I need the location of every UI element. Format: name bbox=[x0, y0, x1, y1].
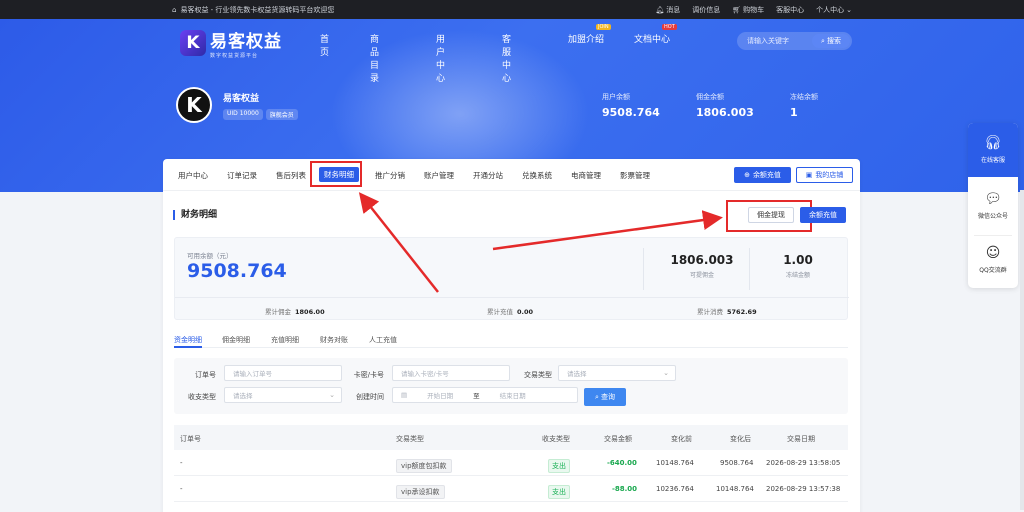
level-badge: 旗舰会员 bbox=[265, 109, 298, 120]
subtab-commission[interactable]: 佣金明细 bbox=[222, 335, 250, 345]
time-label: 创建时间 bbox=[356, 393, 384, 401]
logo-subtitle: 数字权益货源平台 bbox=[210, 53, 259, 59]
transactions-table: 订单号 交易类型 收支类型 交易金额 变化前 变化后 交易日期 - vip额度包… bbox=[174, 425, 848, 502]
chevron-down-icon: ⌄ bbox=[329, 391, 335, 399]
bell-icon: 🔔︎ bbox=[655, 5, 665, 14]
headset-icon: 🎧︎ bbox=[984, 135, 1002, 151]
uid-badge: UID 10000 bbox=[223, 109, 263, 120]
tab-exchange[interactable]: 兑换系统 bbox=[522, 170, 552, 181]
chevron-down-icon: ⌄ bbox=[663, 369, 669, 377]
chevron-down-icon: ⌄ bbox=[846, 5, 852, 14]
topbar-link-user[interactable]: 个人中心 ⌄ bbox=[816, 5, 852, 15]
home-icon[interactable]: ⌂ bbox=[172, 6, 176, 14]
tab-orders[interactable]: 订单记录 bbox=[227, 170, 257, 181]
site-welcome-text: 易客权益 - 行业领先数卡权益货源转码平台欢迎您 bbox=[180, 5, 335, 14]
nav-docs[interactable]: 文档中心 HOT bbox=[634, 24, 677, 45]
logo-icon: K bbox=[180, 30, 206, 56]
annotation-box-tab bbox=[310, 161, 362, 187]
qq-group-button[interactable]: ☺ QQ交流群 bbox=[968, 245, 1018, 274]
table-row[interactable]: - vip额度包扣款 支出 -640.00 10148.764 9508.764… bbox=[174, 450, 848, 476]
profile-tags: UID 10000 旗舰会员 bbox=[223, 109, 298, 120]
user-balance-stat: 用户余额 9508.764 bbox=[602, 93, 660, 119]
site-logo[interactable]: K 易客权益 数字权益货源平台 bbox=[180, 27, 282, 59]
table-header: 订单号 交易类型 收支类型 交易金额 变化前 变化后 交易日期 bbox=[174, 425, 848, 450]
trade-type-label: 交易类型 bbox=[524, 371, 552, 379]
trade-type-select[interactable]: 请选择 ⌄ bbox=[558, 365, 676, 381]
frozen-stat: 1.00 冻结金额 bbox=[783, 253, 813, 279]
online-service-button[interactable]: 🎧︎ 在线客服 bbox=[968, 123, 1018, 177]
io-type-select[interactable]: 请选择 ⌄ bbox=[224, 387, 342, 403]
commission-balance-stat: 佣金余额 1806.003 bbox=[696, 93, 754, 119]
card-label: 卡密/卡号 bbox=[353, 371, 384, 379]
tab-tickets[interactable]: 影票管理 bbox=[620, 170, 650, 181]
join-badge: JOIN bbox=[596, 24, 611, 30]
search-box: ⌕ 搜索 bbox=[737, 32, 852, 50]
total-recharge: 累计充值 0.00 bbox=[487, 308, 534, 316]
date-range-input[interactable]: ▤ 开始日期 至 结束日期 bbox=[392, 387, 578, 403]
nav-home[interactable]: 首页 bbox=[320, 32, 329, 58]
filter-form: 订单号 请输入订单号 卡密/卡号 请输入卡密/卡号 交易类型 请选择 ⌄ 收支类型… bbox=[174, 358, 848, 414]
recharge-button[interactable]: 余额充值 bbox=[800, 207, 846, 223]
io-type-label: 收支类型 bbox=[188, 393, 216, 401]
search-button[interactable]: ⌕ 搜索 bbox=[812, 34, 850, 48]
tab-user-center[interactable]: 用户中心 bbox=[178, 170, 208, 181]
total-commission: 累计佣金 1806.00 bbox=[265, 308, 325, 316]
topbar-link-message[interactable]: 🔔︎ 消息 bbox=[655, 5, 680, 15]
logo-title: 易客权益 bbox=[210, 32, 282, 52]
hot-badge: HOT bbox=[662, 24, 677, 30]
search-icon: ⌕ bbox=[821, 36, 825, 45]
cart-icon: 🛒︎ bbox=[732, 5, 742, 14]
wechat-icon: 💬︎ bbox=[984, 191, 1002, 207]
order-input[interactable]: 请输入订单号 bbox=[224, 365, 342, 381]
card-input[interactable]: 请输入卡密/卡号 bbox=[392, 365, 510, 381]
total-spend: 累计消费 5762.69 bbox=[697, 308, 757, 316]
floating-service-panel: 🎧︎ 在线客服 💬︎ 微信公众号 ☺ QQ交流群 bbox=[968, 123, 1018, 288]
plus-circle-icon: ⊕ bbox=[744, 171, 750, 179]
user-tabs: 用户中心 订单记录 售后列表 财务明细 推广分销 账户管理 开通分站 兑换系统 … bbox=[163, 159, 860, 191]
avatar[interactable]: K bbox=[176, 87, 212, 123]
search-input[interactable] bbox=[737, 37, 807, 45]
subtab-recharge[interactable]: 充值明细 bbox=[271, 335, 299, 345]
balance-recharge-button[interactable]: ⊕ 余额充值 bbox=[734, 167, 791, 183]
commission-stat: 1806.003 可提佣金 bbox=[670, 253, 734, 279]
page-scrollbar[interactable] bbox=[1020, 190, 1024, 510]
topbar-link-cart[interactable]: 🛒︎ 购物车 bbox=[732, 5, 764, 15]
available-label: 可用余额（元） bbox=[187, 252, 233, 260]
nav-service[interactable]: 客服中心 bbox=[502, 32, 511, 84]
nav-catalog[interactable]: 商品目录 bbox=[370, 32, 379, 84]
subtab-reconcile[interactable]: 财务对账 bbox=[320, 335, 348, 345]
topbar-link-price[interactable]: 调价信息 bbox=[692, 5, 720, 15]
frozen-balance-stat: 冻结余额 1 bbox=[790, 93, 818, 119]
profile-name: 易客权益 bbox=[223, 94, 260, 104]
finance-card: 用户中心 订单记录 售后列表 财务明细 推广分销 账户管理 开通分站 兑换系统 … bbox=[163, 159, 860, 512]
query-button[interactable]: ⌕ 查询 bbox=[584, 388, 626, 406]
top-bar: ⌂ 易客权益 - 行业领先数卡权益货源转码平台欢迎您 🔔︎ 消息 调价信息 🛒︎ 购… bbox=[0, 0, 1024, 19]
table-row[interactable]: - vip承设扣款 支出 -88.00 10236.764 10148.764 … bbox=[174, 476, 848, 502]
tab-substation[interactable]: 开通分站 bbox=[473, 170, 503, 181]
search-icon: ⌕ bbox=[595, 392, 599, 401]
available-value: 9508.764 bbox=[187, 260, 287, 282]
order-label: 订单号 bbox=[195, 371, 216, 379]
topbar-link-service[interactable]: 客服中心 bbox=[776, 5, 804, 15]
tab-account[interactable]: 账户管理 bbox=[424, 170, 454, 181]
subtab-manual[interactable]: 人工充值 bbox=[369, 335, 397, 345]
nav-user-center[interactable]: 用户中心 bbox=[436, 32, 445, 84]
tab-ecommerce[interactable]: 电商管理 bbox=[571, 170, 601, 181]
wechat-button[interactable]: 💬︎ 微信公众号 bbox=[968, 191, 1018, 220]
balance-summary: 可用余额（元） 9508.764 1806.003 可提佣金 1.00 冻结金额… bbox=[174, 237, 849, 321]
nav-join[interactable]: 加盟介绍 JOIN bbox=[568, 24, 611, 45]
tab-promotion[interactable]: 推广分销 bbox=[375, 170, 405, 181]
subtab-funds[interactable]: 资金明细 bbox=[174, 335, 202, 345]
section-title: 财务明细 bbox=[173, 210, 217, 220]
qq-icon: ☺ bbox=[985, 245, 1001, 261]
my-store-button[interactable]: ▣ 我的店铺 bbox=[796, 167, 853, 183]
calendar-icon: ▤ bbox=[401, 391, 408, 399]
totals-row: 累计佣金 1806.00 累计充值 0.00 累计消费 5762.69 bbox=[175, 297, 849, 321]
store-icon: ▣ bbox=[805, 171, 813, 179]
tab-after-sales[interactable]: 售后列表 bbox=[276, 170, 306, 181]
